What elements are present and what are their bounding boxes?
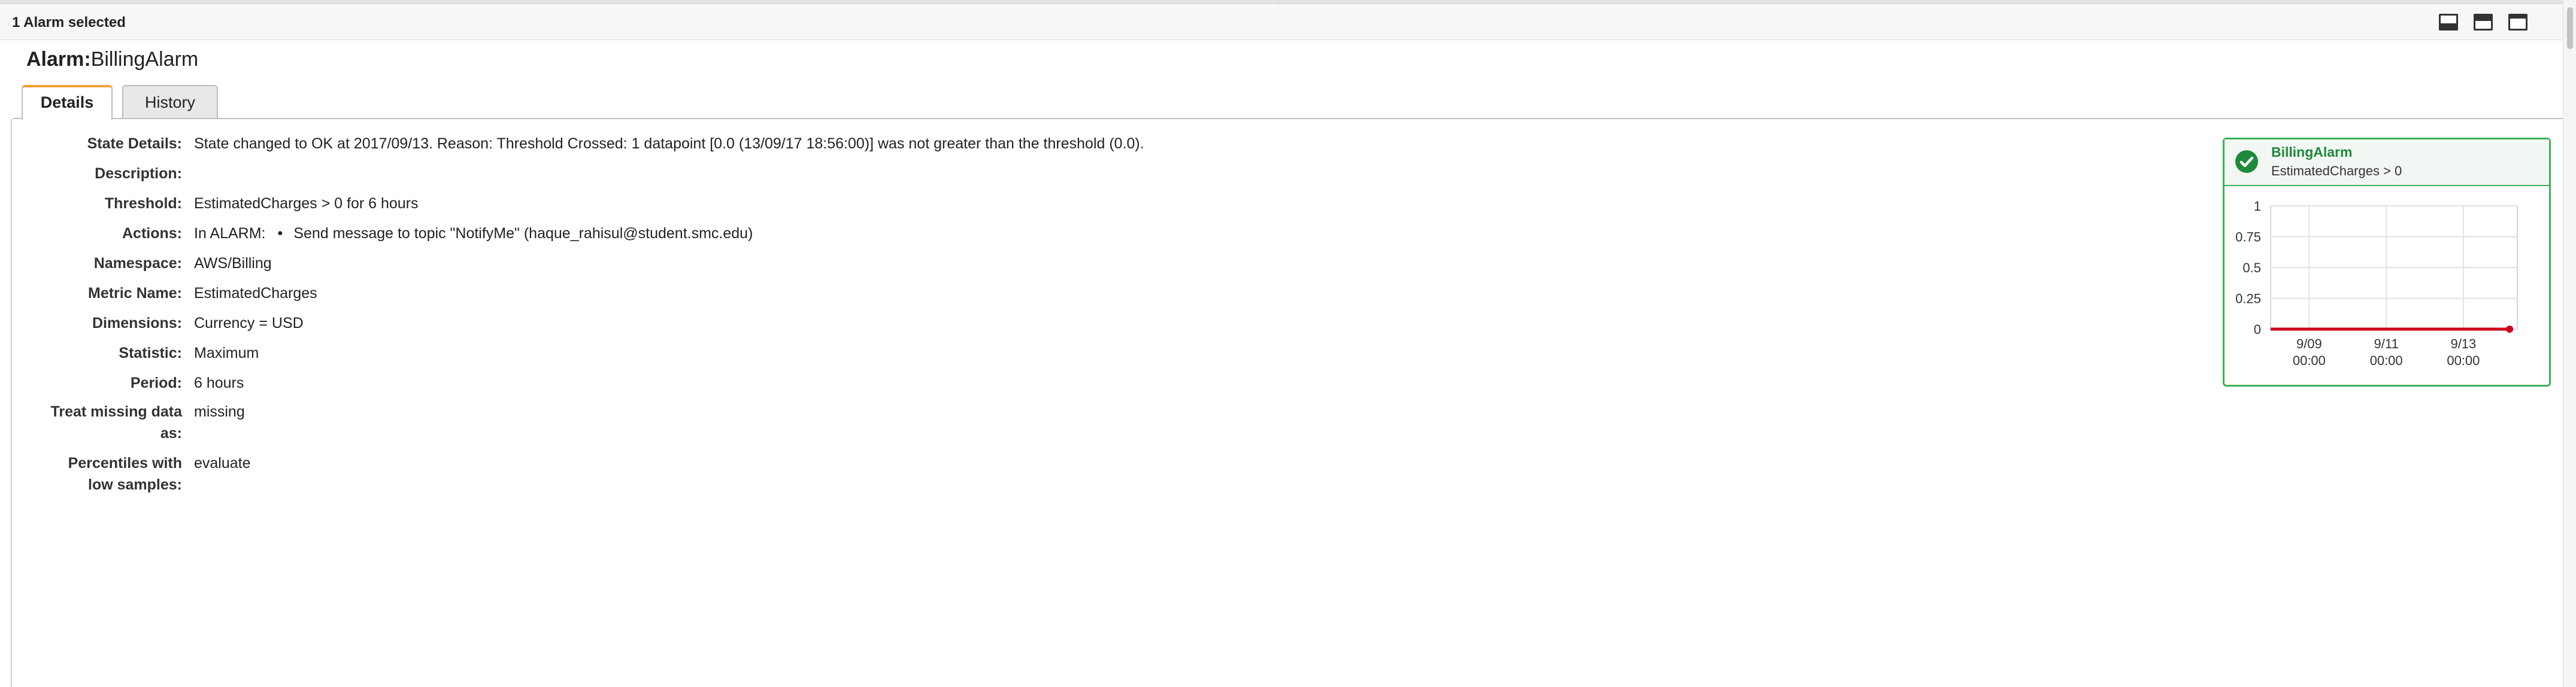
chart-ytick-label: 1	[2254, 199, 2261, 214]
state-details-value: State changed to OK at 2017/09/13. Reaso…	[194, 135, 1144, 152]
chart-ytick-label: 0	[2254, 322, 2261, 337]
treat-missing-label: Treat missing data as:	[50, 403, 182, 442]
bullet-icon: •	[277, 225, 283, 242]
chart-xtick-label: 00:00	[2447, 353, 2480, 368]
metric-name-label: Metric Name:	[88, 285, 182, 302]
dimensions-label: Dimensions:	[92, 315, 182, 332]
chart-xtick-label: 00:00	[2293, 353, 2326, 368]
selection-bar: 1 Alarm selected	[0, 5, 2563, 40]
status-card-condition: EstimatedCharges > 0	[2271, 163, 2402, 178]
alarm-title-name: BillingAlarm	[90, 48, 199, 71]
chart-data-point	[2506, 326, 2514, 333]
vertical-scrollbar[interactable]	[2563, 0, 2576, 687]
statistic-value: Maximum	[194, 345, 259, 361]
chart-ytick-label: 0.5	[2242, 260, 2261, 275]
alarm-title: Alarm:BillingAlarm	[26, 48, 198, 71]
chart-xtick-label: 9/11	[2374, 336, 2399, 351]
description-label: Description:	[95, 165, 182, 182]
namespace-value: AWS/Billing	[194, 255, 272, 272]
threshold-label: Threshold:	[104, 195, 182, 212]
alarm-metric-chart: 0 0.25 0.5 0.75 1 9/09 00:00 9/11 00:00 9/13 00:00	[2235, 199, 2518, 368]
selection-count: 1 Alarm selected	[12, 14, 126, 31]
actions-label: Actions:	[122, 225, 182, 242]
scrollbar-thumb[interactable]	[2567, 7, 2573, 49]
actions-value: In ALARM: • Send message to topic "NotifyM…	[194, 223, 753, 244]
chart-xtick-label: 00:00	[2370, 353, 2403, 368]
treat-missing-value: missing	[194, 403, 245, 420]
alarm-title-label: Alarm:	[26, 48, 91, 71]
percentiles-label: Percentiles with low samples:	[68, 455, 182, 493]
tab-history[interactable]: History	[122, 85, 218, 118]
namespace-label: Namespace:	[93, 255, 182, 272]
percentiles-value: evaluate	[194, 455, 251, 472]
chart-xtick-label: 9/13	[2450, 336, 2476, 351]
panel-half-icon[interactable]	[2474, 14, 2493, 31]
chart-ytick-label: 0.75	[2235, 230, 2261, 245]
chart-ytick-label: 0.25	[2235, 291, 2261, 306]
tab-details[interactable]: Details	[22, 85, 113, 120]
actions-item: Send message to topic "NotifyMe" (haque_…	[293, 225, 753, 242]
panel-minimize-icon[interactable]	[2439, 14, 2458, 31]
metric-name-value: EstimatedCharges	[194, 285, 317, 302]
panel-maximize-icon[interactable]	[2508, 14, 2527, 31]
threshold-value: EstimatedCharges > 0 for 6 hours	[194, 195, 419, 212]
status-card-alarm-name: BillingAlarm	[2271, 144, 2353, 160]
dimensions-value: Currency = USD	[194, 315, 304, 332]
chart-xtick-label: 9/09	[2296, 336, 2322, 351]
state-details-label: State Details:	[87, 135, 182, 152]
period-value: 6 hours	[194, 375, 244, 391]
tab-divider	[13, 118, 2563, 119]
actions-state: In ALARM:	[194, 225, 266, 242]
statistic-label: Statistic:	[119, 345, 182, 361]
check-circle-icon	[2235, 150, 2258, 173]
period-label: Period:	[130, 375, 182, 391]
resize-grip-icon[interactable]: ···	[1275, 0, 1299, 5]
status-card-header: BillingAlarm EstimatedCharges > 0	[2225, 139, 2549, 186]
